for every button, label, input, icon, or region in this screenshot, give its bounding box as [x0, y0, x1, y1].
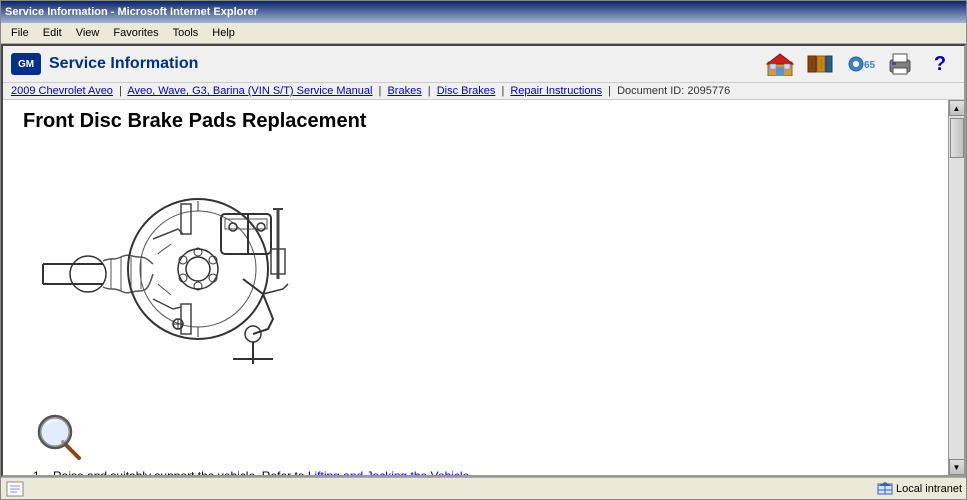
brake-diagram [33, 149, 303, 389]
breadcrumb-sep-3: | [428, 85, 431, 97]
instructions-list: 1. Raise and suitably support the vehicl… [23, 469, 928, 475]
content-area: GM Service Information [1, 44, 966, 477]
help-icon-btn[interactable]: ? [924, 50, 956, 78]
page-title: Front Disc Brake Pads Replacement [23, 110, 928, 137]
zoom-icon-area [23, 404, 928, 469]
breadcrumb-sep-4: | [501, 85, 504, 97]
doc-id-value: 2095776 [687, 85, 730, 97]
breadcrumb-sep-2: | [379, 85, 382, 97]
step-1-number: 1. [33, 469, 53, 475]
menu-view[interactable]: View [70, 26, 106, 40]
breadcrumb-bar: 2009 Chevrolet Aveo | Aveo, Wave, G3, Ba… [3, 83, 964, 100]
step-1-text: Raise and suitably support the vehicle. … [53, 469, 473, 475]
menu-edit[interactable]: Edit [37, 26, 68, 40]
breadcrumb-service-manual[interactable]: Aveo, Wave, G3, Barina (VIN S/T) Service… [127, 85, 372, 97]
menu-file[interactable]: File [5, 26, 35, 40]
scroll-up-btn[interactable]: ▲ [949, 100, 965, 116]
doc-id-label: Document ID: [617, 85, 684, 97]
scroll-thumb[interactable] [950, 118, 964, 158]
books-icon [806, 52, 834, 76]
page-body: Front Disc Brake Pads Replacement [3, 100, 964, 475]
brake-assembly-svg [33, 149, 303, 389]
status-icon-area [5, 480, 29, 498]
title-bar: Service Information - Microsoft Internet… [1, 1, 966, 23]
scroll-down-btn[interactable]: ▼ [949, 459, 965, 475]
books-icon-btn[interactable] [804, 50, 836, 78]
help-question-mark: ? [934, 53, 946, 76]
settings-icon: 65 [844, 52, 876, 76]
menu-bar: File Edit View Favorites Tools Help [5, 25, 962, 41]
status-bar: Local intranet [1, 477, 966, 499]
step-1-text-before: Raise and suitably support the vehicle. … [53, 469, 308, 475]
status-intranet: Local intranet [877, 481, 962, 497]
breadcrumb-sep-1: | [119, 85, 122, 97]
intranet-icon [877, 481, 893, 497]
step-1-text-after: . [469, 469, 472, 475]
home-icon-btn[interactable] [764, 50, 796, 78]
breadcrumb-sep-5: | [608, 85, 611, 97]
page-icon [5, 480, 25, 498]
menu-favorites[interactable]: Favorites [107, 26, 164, 40]
print-icon-btn[interactable] [884, 50, 916, 78]
scrollbar[interactable]: ▲ ▼ [948, 100, 964, 475]
logo-area: GM Service Information [11, 53, 198, 75]
service-page: GM Service Information [1, 44, 966, 477]
lifting-jacking-link[interactable]: Lifting and Jacking the Vehicle [308, 469, 469, 475]
breadcrumb-aveo[interactable]: 2009 Chevrolet Aveo [11, 85, 113, 97]
breadcrumb-disc-brakes[interactable]: Disc Brakes [437, 85, 496, 97]
gm-logo: GM [11, 53, 41, 75]
service-title: Service Information [49, 55, 198, 73]
home-icon [766, 52, 794, 76]
service-header: GM Service Information [3, 46, 964, 83]
menu-help[interactable]: Help [206, 26, 241, 40]
breadcrumb-repair-instructions[interactable]: Repair Instructions [510, 85, 602, 97]
header-icons: 65 ? [764, 50, 956, 78]
settings-icon-btn[interactable]: 65 [844, 50, 876, 78]
print-icon [886, 52, 914, 76]
toolbar: File Edit View Favorites Tools Help [1, 23, 966, 44]
title-bar-text: Service Information - Microsoft Internet… [5, 6, 258, 18]
svg-text:65: 65 [864, 60, 876, 71]
breadcrumb-brakes[interactable]: Brakes [387, 85, 421, 97]
intranet-label: Local intranet [896, 483, 962, 495]
page-content: Front Disc Brake Pads Replacement [3, 100, 948, 475]
magnify-icon [35, 412, 85, 462]
menu-tools[interactable]: Tools [167, 26, 205, 40]
